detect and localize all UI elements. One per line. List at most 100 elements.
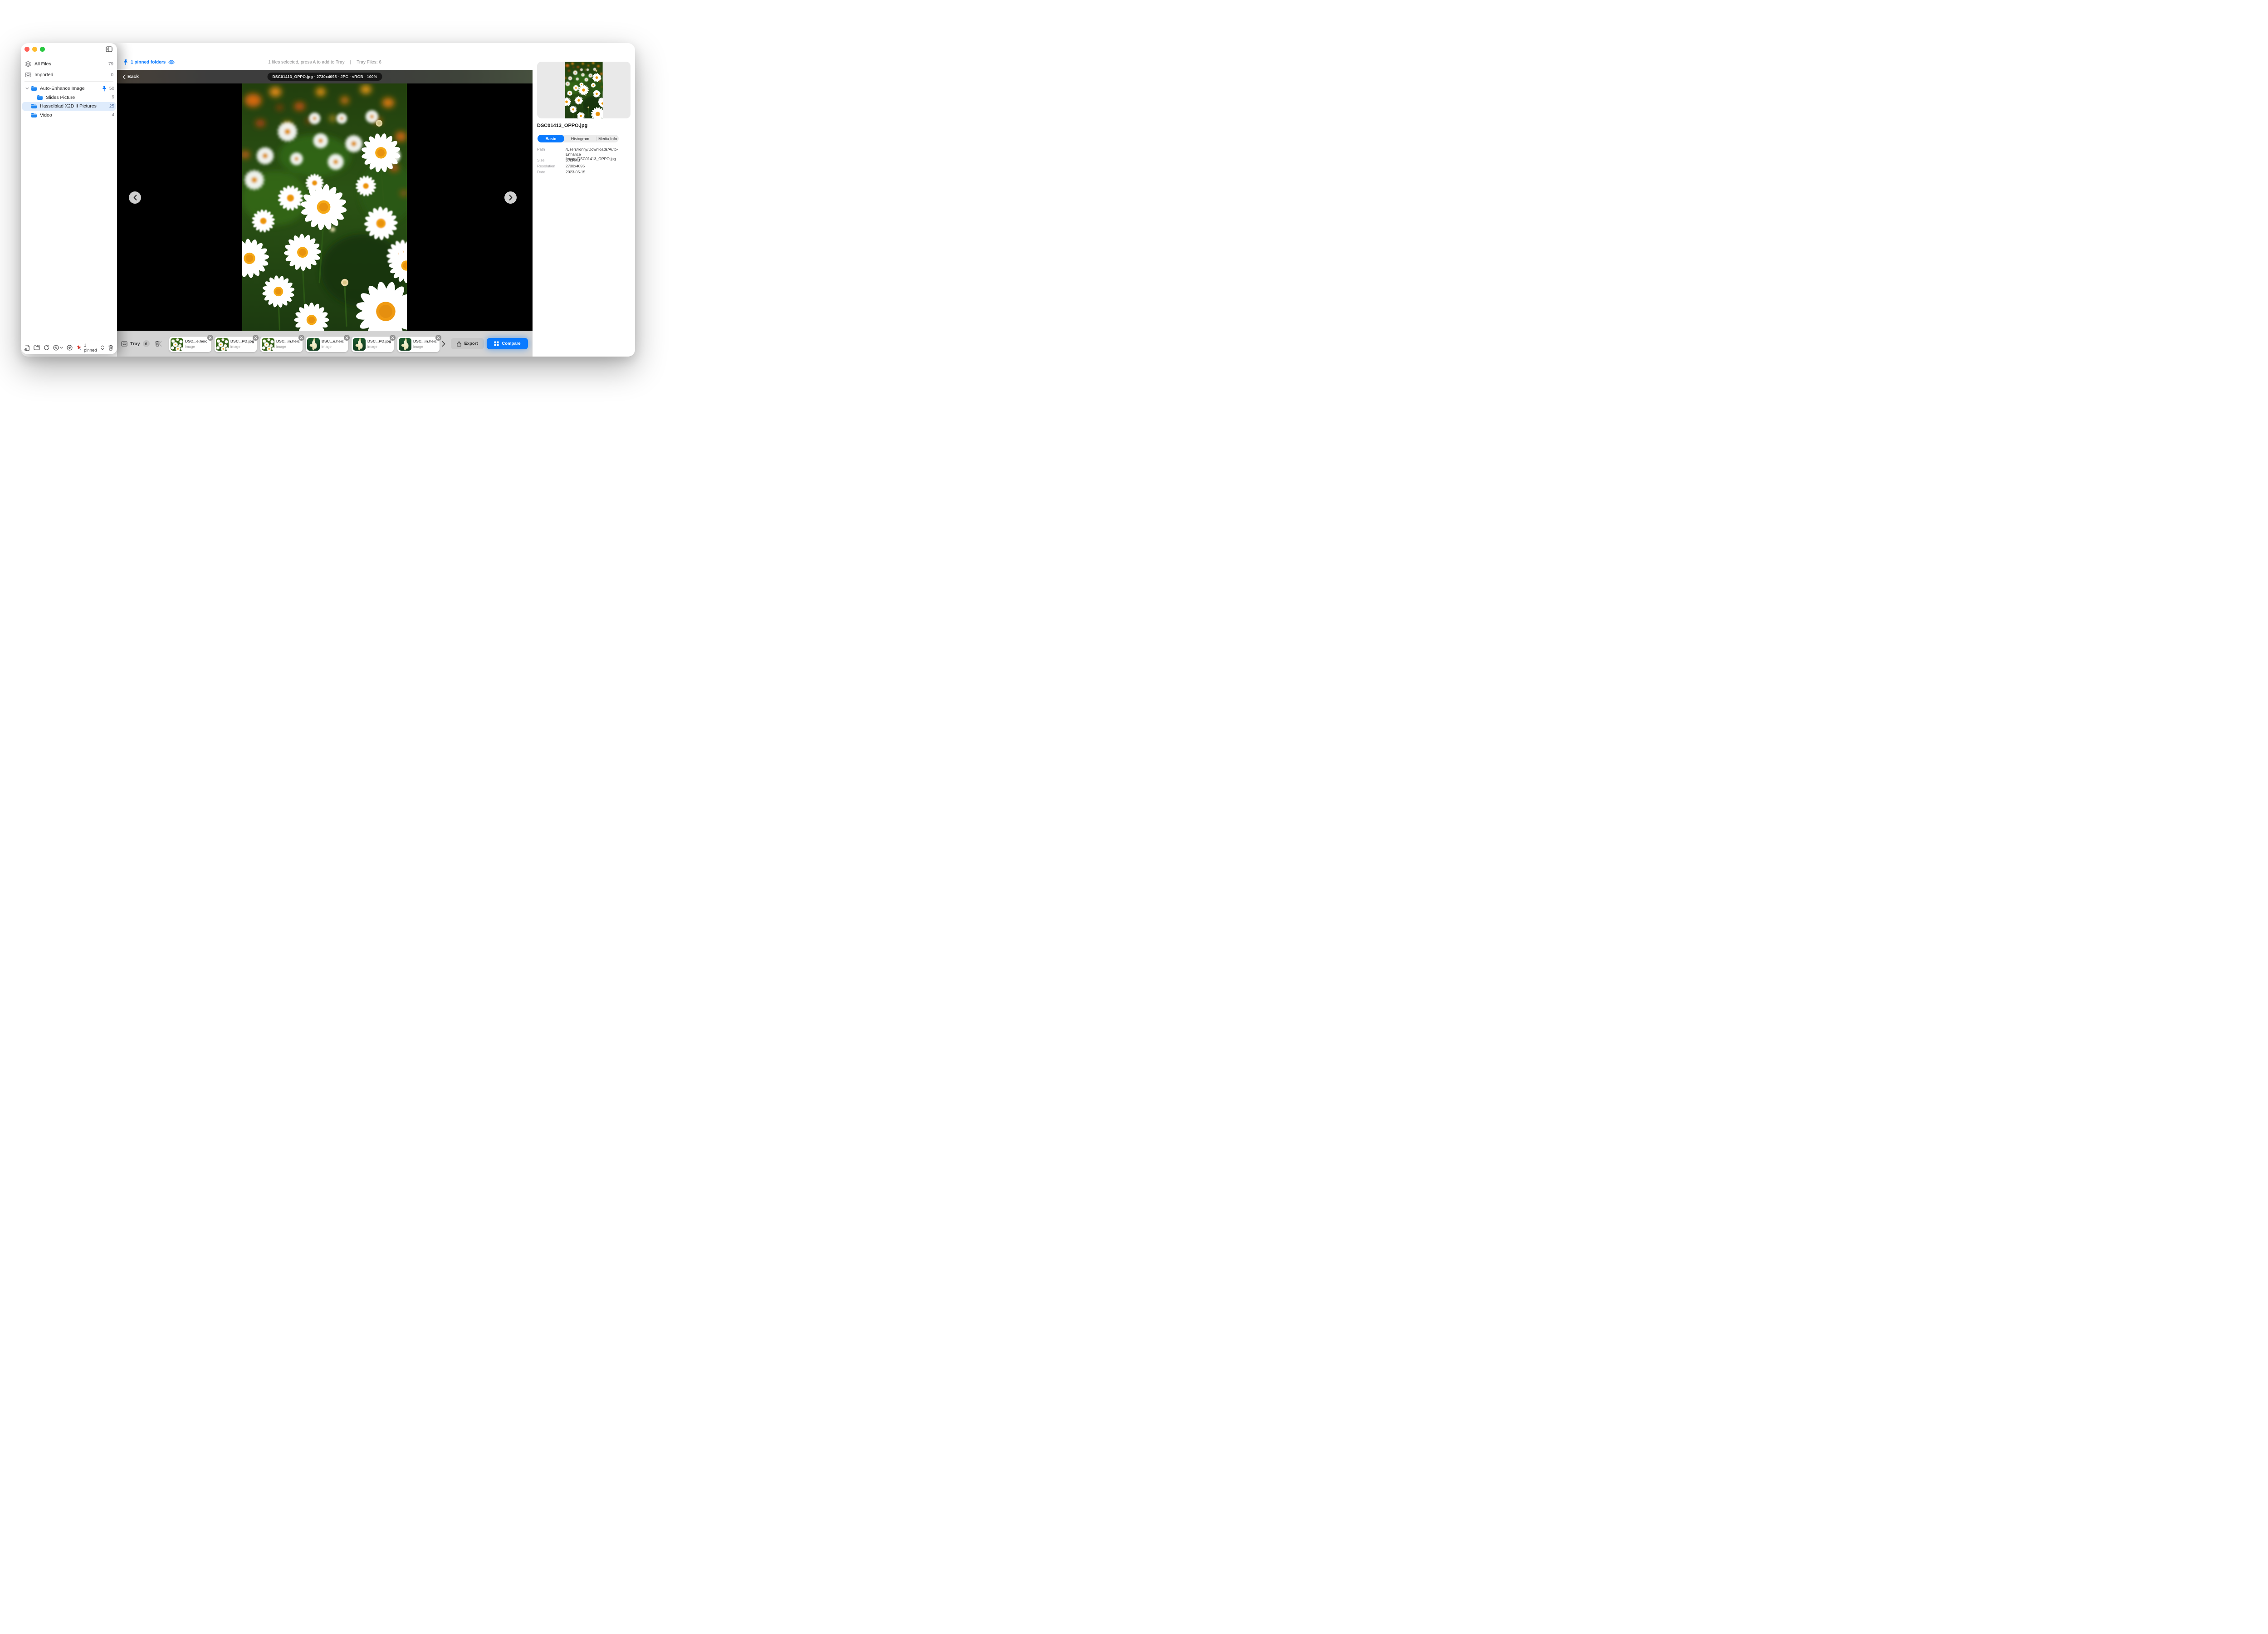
tab-media-info[interactable]: Media Info xyxy=(596,135,619,142)
previous-image-button[interactable] xyxy=(129,191,141,204)
image-viewer xyxy=(117,83,533,331)
tray-files-count: Tray Files: 6 xyxy=(357,60,381,65)
sidebar-item-imported[interactable]: Imported 0 xyxy=(21,69,117,80)
tray-card[interactable]: DSC...PO.jpg image xyxy=(352,337,394,352)
tray-card-name: DSC...PO.jpg xyxy=(230,339,254,343)
tray-label: Tray xyxy=(130,341,140,347)
tray-card-type: image xyxy=(185,345,195,349)
folder-icon xyxy=(37,95,43,100)
add-file-icon[interactable] xyxy=(24,345,30,351)
tray-bar: Tray 6 DSC...e.heic image DSC...PO.jpg i… xyxy=(117,331,533,357)
export-button[interactable]: Export xyxy=(451,338,484,349)
add-folder-icon[interactable] xyxy=(34,345,40,351)
sidebar-folder-hasselblad[interactable]: Hasselblad X2D II Pictures 25 xyxy=(22,102,116,111)
refresh-icon[interactable] xyxy=(44,345,49,351)
inspector-tabs: Basic Histogram Media Info xyxy=(538,135,619,142)
inbox-icon xyxy=(25,72,31,78)
tray-card[interactable]: DSC...in.heic image xyxy=(397,337,440,352)
tray-scroll-left-button[interactable] xyxy=(158,331,162,357)
tray-card-type: image xyxy=(413,345,423,349)
window-controls xyxy=(24,47,45,52)
folder-icon xyxy=(31,86,37,91)
tray-card[interactable]: DSC...e.heic image xyxy=(306,337,348,352)
minimize-window-button[interactable] xyxy=(32,47,37,52)
sidebar-item-label: Imported xyxy=(34,72,53,78)
tray-card[interactable]: DSC...in.heic image xyxy=(260,337,303,352)
tray-card-thumbnail xyxy=(353,338,366,351)
folder-count: 50 xyxy=(109,86,116,91)
red-pushpin-icon xyxy=(76,345,82,351)
tray-scroll-right-button[interactable] xyxy=(442,331,445,357)
tray-card-name: DSC...in.heic xyxy=(413,339,437,343)
trash-icon[interactable] xyxy=(108,345,113,351)
remove-from-tray-button[interactable] xyxy=(207,335,213,341)
folder-label: Auto-Enhance Image xyxy=(40,86,85,91)
pinned-count-control[interactable]: 1 pinned xyxy=(76,343,104,353)
up-down-chevrons-icon xyxy=(101,345,104,350)
folder-label: Video xyxy=(40,113,52,118)
sort-order-icon[interactable] xyxy=(53,345,63,351)
sidebar-toggle-icon[interactable] xyxy=(106,46,112,52)
next-image-button[interactable] xyxy=(504,191,517,204)
tab-histogram[interactable]: Histogram xyxy=(564,135,596,142)
tray-card-name: DSC...in.heic xyxy=(276,339,300,343)
folder-icon xyxy=(31,113,37,118)
sidebar-item-all-files[interactable]: All Files 79 xyxy=(21,59,117,69)
sidebar-item-count: 79 xyxy=(108,62,113,67)
tray-card[interactable]: DSC...e.heic image xyxy=(169,337,211,352)
main-content: 1 pinned folders 1 files selected, press… xyxy=(117,43,533,357)
inspector-filename: DSC01413_OPPO.jpg xyxy=(537,123,587,128)
viewer-header-bar: Back DSC01413_OPPO.jpg · 2730x4095 · JPG… xyxy=(117,70,533,83)
remove-from-tray-button[interactable] xyxy=(253,335,259,341)
sidebar-folder-video[interactable]: Video 4 xyxy=(22,111,116,120)
pinned-folders-control[interactable]: 1 pinned folders xyxy=(123,57,175,67)
selection-status-text: 1 files selected, press A to add to Tray xyxy=(268,60,344,65)
field-size-value: 5.43 MB xyxy=(566,158,631,163)
chevron-down-icon xyxy=(60,347,63,349)
image-info-pill: DSC01413_OPPO.jpg · 2730x4095 · JPG · sR… xyxy=(268,73,382,81)
compare-label: Compare xyxy=(502,341,520,346)
grid-icon xyxy=(494,341,499,346)
sidebar-folder-slides-picture[interactable]: Slides Picture 9 xyxy=(22,93,116,102)
selection-status: 1 files selected, press A to add to Tray… xyxy=(268,57,381,67)
sidebar-panel: All Files 79 Imported 0 Auto-Enhance Ima… xyxy=(21,43,117,354)
sidebar-folder-auto-enhance[interactable]: Auto-Enhance Image 50 xyxy=(22,84,116,93)
tray-card-thumbnail xyxy=(216,338,229,351)
remove-from-tray-button[interactable] xyxy=(435,335,441,341)
pinned-folders-label: 1 pinned folders xyxy=(131,60,166,65)
chevron-left-icon xyxy=(122,74,126,79)
remove-from-tray-button[interactable] xyxy=(390,335,396,341)
tray-inbox-icon xyxy=(121,341,127,347)
main-photo xyxy=(242,83,407,331)
zoom-window-button[interactable] xyxy=(40,47,45,52)
inspector-thumbnail xyxy=(565,62,603,118)
tray-card-name: DSC...PO.jpg xyxy=(367,339,391,343)
back-button[interactable]: Back xyxy=(122,70,139,83)
remove-from-tray-button[interactable] xyxy=(298,335,304,341)
field-date-value: 2023-05-15 xyxy=(566,170,631,175)
filter-icon[interactable] xyxy=(67,345,73,351)
tray-card[interactable]: DSC...PO.jpg image xyxy=(215,337,257,352)
layers-icon xyxy=(25,61,31,67)
back-label: Back xyxy=(127,74,139,79)
pin-icon xyxy=(102,86,107,92)
pin-icon xyxy=(123,59,128,65)
tray-card-name: DSC...e.heic xyxy=(322,339,344,343)
eye-icon[interactable] xyxy=(168,60,175,64)
sidebar-item-label: All Files xyxy=(34,61,51,67)
folder-count: 25 xyxy=(109,104,116,109)
tab-basic[interactable]: Basic xyxy=(538,135,564,142)
compare-button[interactable]: Compare xyxy=(487,338,528,349)
sidebar-footer: 1 pinned xyxy=(21,341,117,354)
folder-count: 4 xyxy=(112,113,116,117)
remove-from-tray-button[interactable] xyxy=(344,335,350,341)
chevron-down-icon[interactable] xyxy=(24,87,29,90)
tray-card-thumbnail xyxy=(171,338,183,351)
tray-card-name: DSC...e.heic xyxy=(185,339,207,343)
tray-card-type: image xyxy=(276,345,286,349)
tray-card-type: image xyxy=(230,345,240,349)
close-window-button[interactable] xyxy=(24,47,29,52)
tray-count-badge: 6 xyxy=(143,340,150,347)
folder-count: 9 xyxy=(112,95,116,100)
tray-card-thumbnail xyxy=(262,338,274,351)
